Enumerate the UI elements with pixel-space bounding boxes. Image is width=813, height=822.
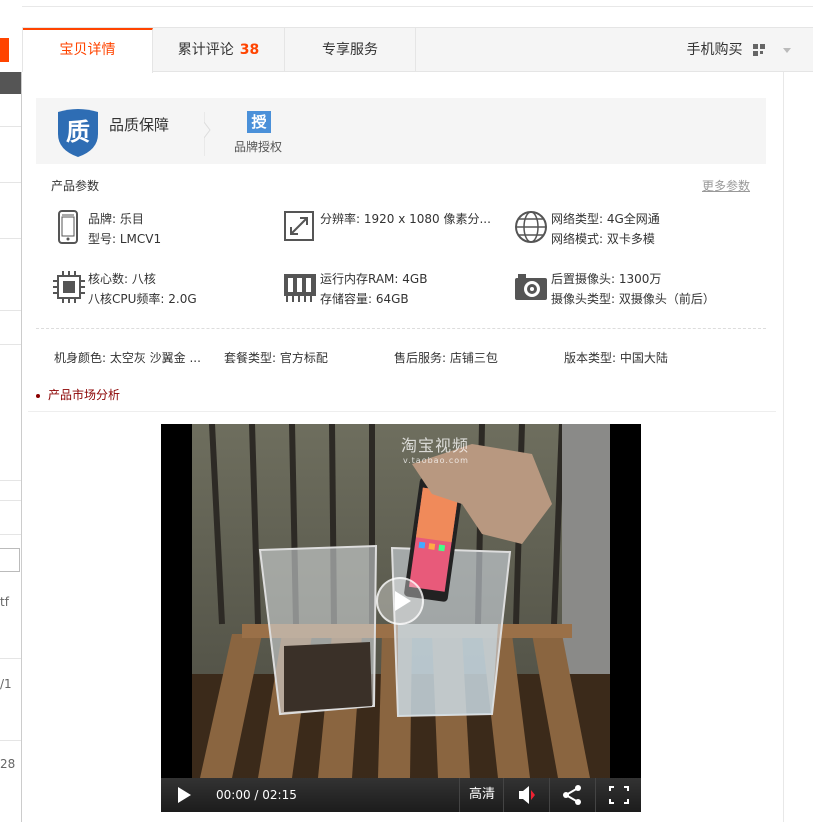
- left-sidebar-edge: tf /1 28: [0, 0, 22, 822]
- divider: [0, 480, 22, 481]
- bullet-icon: [36, 393, 40, 398]
- sidebar-input[interactable]: [0, 548, 20, 572]
- sidebar-fragment: 28: [0, 757, 16, 771]
- param-line: 后置摄像头: 1300万: [551, 272, 662, 286]
- param-line: 品牌: 乐目: [88, 212, 144, 226]
- resolution-icon: [284, 211, 314, 241]
- cpu-icon: [53, 271, 85, 303]
- camera-icon: [515, 274, 547, 300]
- tab-details[interactable]: 宝贝详情: [23, 28, 153, 73]
- video-player[interactable]: 淘宝视频 v.taobao.com 00:00 / 02:15 高清: [161, 424, 641, 812]
- attr-package: 套餐类型: 官方标配: [224, 351, 328, 365]
- quality-guarantee-panel: 质 品质保障 授 品牌授权: [36, 98, 766, 164]
- tab-label: 累计评论: [177, 42, 234, 58]
- ram-icon: [284, 274, 316, 302]
- sidebar-fragment: /1: [0, 677, 12, 691]
- tab-reviews[interactable]: 累计评论 38: [153, 28, 285, 72]
- brand-auth-label[interactable]: 品牌授权: [234, 138, 282, 155]
- divider: [0, 238, 22, 239]
- brand-auth-icon[interactable]: 授: [247, 111, 271, 133]
- sidebar-dark-block: [0, 72, 22, 94]
- tab-services[interactable]: 专享服务: [285, 28, 416, 72]
- param-line: 型号: LMCV1: [88, 232, 162, 246]
- attr-version: 版本类型: 中国大陆: [564, 351, 668, 365]
- divider: [0, 344, 22, 345]
- attr-color: 机身颜色: 太空灰 沙翼金 ...: [54, 351, 201, 365]
- shield-char: 质: [66, 117, 90, 146]
- params-title: 产品参数: [51, 179, 100, 193]
- param-line: 核心数: 八核: [88, 272, 156, 286]
- play-button[interactable]: [161, 778, 207, 812]
- video-watermark: 淘宝视频 v.taobao.com: [401, 436, 470, 465]
- separator-chevron: [204, 112, 211, 156]
- fullscreen-icon: [609, 786, 629, 804]
- divider: [0, 740, 22, 741]
- param-line: 分辨率: 1920 x 1080 像素分...: [320, 212, 491, 226]
- sidebar-accent[interactable]: [0, 38, 9, 62]
- attr-service: 售后服务: 店铺三包: [394, 351, 498, 365]
- speaker-icon: [519, 786, 535, 804]
- param-line: 八核CPU频率: 2.0G: [88, 292, 197, 306]
- video-controls: 00:00 / 02:15 高清: [161, 778, 641, 812]
- mobile-buy-button[interactable]: 手机购买: [687, 28, 765, 72]
- divider: [0, 126, 22, 127]
- top-divider: [22, 6, 813, 7]
- share-icon: [563, 785, 581, 805]
- fullscreen-button[interactable]: [595, 778, 641, 812]
- divider: [0, 182, 22, 183]
- param-line: 存储容量: 64GB: [320, 292, 409, 306]
- param-line: 运行内存RAM: 4GB: [320, 272, 428, 286]
- mobile-buy-label: 手机购买: [686, 42, 743, 58]
- divider: [0, 310, 22, 311]
- tab-bar: 宝贝详情 累计评论 38 专享服务 手机购买: [22, 27, 813, 73]
- market-analysis-link[interactable]: 产品市场分析: [36, 386, 120, 403]
- volume-button[interactable]: [503, 778, 549, 812]
- param-line: 网络模式: 双卡多模: [551, 232, 655, 246]
- tab-label: 专享服务: [322, 42, 378, 58]
- market-label[interactable]: 产品市场分析: [48, 388, 120, 402]
- play-icon: [178, 787, 191, 803]
- param-line: 网络类型: 4G全网通: [551, 212, 660, 226]
- play-overlay-button[interactable]: [376, 577, 424, 625]
- sidebar-fragment: tf: [0, 595, 9, 609]
- more-params-link[interactable]: 更多参数: [702, 177, 750, 194]
- phone-icon: [58, 210, 78, 244]
- divider: [0, 658, 22, 659]
- review-count: 38: [239, 42, 260, 58]
- right-border: [783, 72, 784, 822]
- globe-icon: [515, 211, 547, 243]
- quality-button[interactable]: 高清: [459, 778, 504, 812]
- divider: [28, 411, 776, 412]
- param-line: 摄像头类型: 双摄像头（前后）: [551, 292, 715, 306]
- share-button[interactable]: [549, 778, 595, 812]
- chevron-down-icon[interactable]: [783, 48, 791, 53]
- guarantee-title: 品质保障: [109, 116, 170, 134]
- tab-label: 宝贝详情: [59, 42, 116, 58]
- qr-code-icon: [753, 44, 765, 56]
- divider: [0, 500, 22, 501]
- time-display: 00:00 / 02:15: [216, 788, 297, 802]
- divider: [0, 534, 22, 535]
- dashed-divider: [36, 328, 766, 329]
